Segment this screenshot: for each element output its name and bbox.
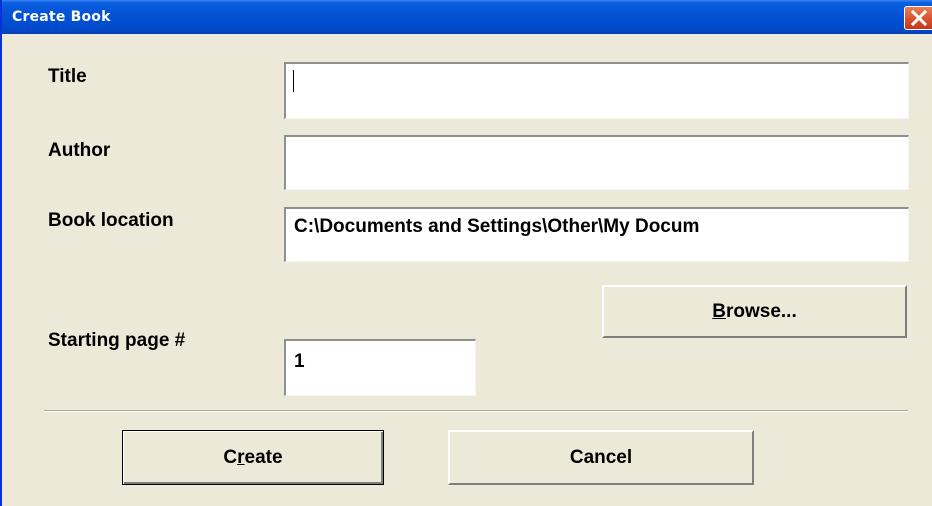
title-label: Title	[48, 66, 87, 87]
book-location-label: Book location	[48, 210, 174, 231]
browse-button-label: Browse...	[712, 300, 797, 322]
close-button[interactable]	[904, 6, 932, 30]
starting-page-input[interactable]: 1	[284, 339, 476, 396]
title-bar[interactable]: Create Book	[2, 0, 932, 34]
book-location-value: C:\Documents and Settings\Other\My Docum	[294, 216, 700, 237]
starting-page-label: Starting page #	[48, 330, 186, 351]
separator-line	[44, 410, 908, 412]
starting-page-value: 1	[294, 351, 305, 372]
cancel-button[interactable]: Cancel	[448, 430, 754, 485]
author-input[interactable]	[284, 135, 909, 190]
create-button-label: Create	[223, 446, 283, 468]
window-title: Create Book	[12, 9, 111, 25]
browse-button[interactable]: Browse...	[602, 285, 907, 338]
cancel-button-label: Cancel	[569, 446, 633, 468]
title-input[interactable]	[284, 62, 909, 119]
create-book-dialog: Create Book Title Author Book location C…	[0, 0, 932, 506]
book-location-input[interactable]: C:\Documents and Settings\Other\My Docum	[284, 207, 909, 262]
text-caret	[293, 70, 294, 92]
create-button[interactable]: Create	[122, 430, 384, 485]
author-label: Author	[48, 140, 111, 161]
